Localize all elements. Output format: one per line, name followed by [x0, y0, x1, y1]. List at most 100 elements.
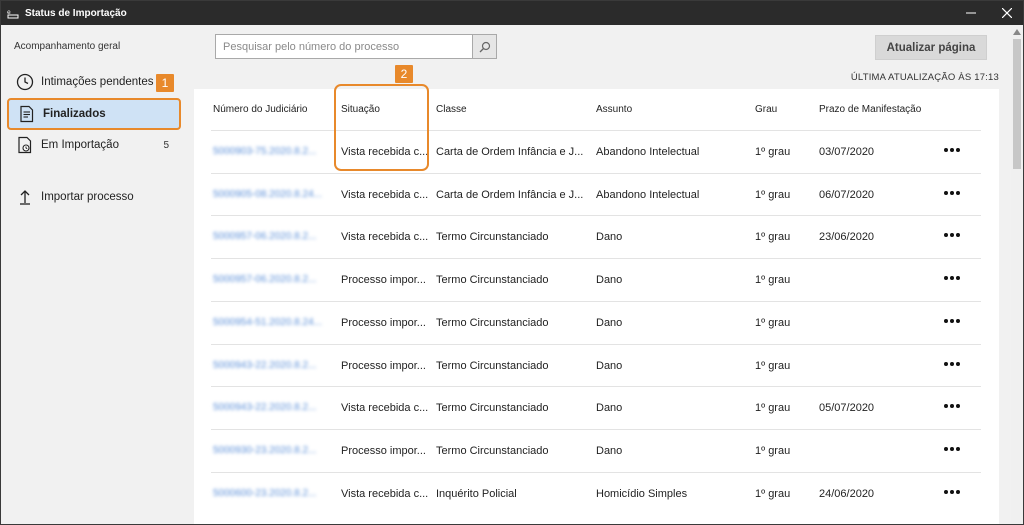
column-header-classe[interactable]: Classe [436, 104, 467, 115]
more-options-icon[interactable] [941, 483, 963, 501]
situacao-cell: Processo impor... [341, 359, 426, 372]
more-options-icon[interactable] [941, 226, 963, 244]
more-options-icon[interactable] [941, 184, 963, 202]
situacao-cell: Vista recebida c... [341, 402, 429, 415]
sidebar-item-label: Finalizados [43, 108, 106, 120]
numero-cell[interactable]: 5000957-06.2020.8.2... [213, 231, 331, 242]
document-list-icon [17, 104, 37, 124]
classe-cell: Termo Circunstanciado [436, 231, 549, 244]
assunto-cell: Dano [596, 231, 623, 244]
document-progress-icon [15, 135, 35, 155]
column-header-numero[interactable]: Número do Judiciário [213, 104, 308, 115]
assunto-cell: Abandono Intelectual [596, 188, 700, 201]
close-button[interactable] [989, 1, 1023, 25]
table-row[interactable]: 5000954-51.2020.8.24... Processo impor...… [211, 300, 981, 344]
grau-cell: 1º grau [755, 487, 791, 500]
minimize-button[interactable] [953, 1, 989, 25]
numero-cell[interactable]: 5000943-22.2020.8.2... [213, 402, 331, 413]
sidebar: Acompanhamento geral Intimações pendente… [1, 25, 181, 524]
column-header-prazo[interactable]: Prazo de Manifestação [819, 104, 921, 115]
grau-cell: 1º grau [755, 359, 791, 372]
numero-cell[interactable]: 5000600-23.2020.8.2... [213, 488, 331, 499]
search-icon [479, 41, 490, 52]
grau-cell: 1º grau [755, 274, 791, 287]
numero-cell[interactable]: 5000954-51.2020.8.24... [213, 317, 331, 328]
numero-cell[interactable]: 5000930-23.2020.8.2... [213, 445, 331, 456]
more-options-icon[interactable] [941, 440, 963, 458]
table-row[interactable]: 5000903-75.2020.8.2... Vista recebida c..… [211, 130, 981, 173]
numero-cell[interactable]: 5000903-75.2020.8.2... [213, 146, 331, 157]
situacao-cell: Vista recebida c... [341, 487, 429, 500]
classe-cell: Termo Circunstanciado [436, 359, 549, 372]
situacao-cell: Processo impor... [341, 444, 426, 457]
more-options-icon[interactable] [941, 269, 963, 287]
classe-cell: Inquérito Policial [436, 487, 517, 500]
situacao-cell: Processo impor... [341, 316, 426, 329]
sidebar-item-label: Intimações pendentes [41, 76, 154, 88]
count-badge: 5 [163, 139, 169, 151]
process-table: Número do Judiciário Situação Classe Ass… [194, 89, 999, 524]
grau-cell: 1º grau [755, 402, 791, 415]
assunto-cell: Dano [596, 274, 623, 287]
more-options-icon[interactable] [941, 312, 963, 330]
app-window: e Status de Importação Acompanhamento ge… [0, 0, 1024, 525]
search-bar [215, 34, 497, 59]
vertical-scrollbar[interactable] [1011, 25, 1023, 524]
sidebar-item-importar-processo[interactable]: Importar processo [7, 182, 181, 212]
table-row[interactable]: 5000957-06.2020.8.2... Processo impor... T… [211, 258, 981, 301]
sidebar-item-intimacoes-pendentes[interactable]: Intimações pendentes [7, 67, 181, 97]
table-row[interactable]: 5000943-22.2020.8.2... Processo impor... T… [211, 343, 981, 387]
step-marker-1: 1 [156, 74, 174, 92]
situacao-cell: Processo impor... [341, 274, 426, 287]
classe-cell: Carta de Ordem Infância e J... [436, 146, 584, 158]
app-logo-icon: e [7, 7, 19, 19]
grau-cell: 1º grau [755, 316, 791, 329]
classe-cell: Termo Circunstanciado [436, 444, 549, 457]
classe-cell: Termo Circunstanciado [436, 316, 549, 329]
table-row[interactable]: 5000600-23.2020.8.2... Vista recebida c..… [211, 471, 981, 515]
prazo-cell: 03/07/2020 [819, 146, 875, 158]
search-button[interactable] [473, 34, 497, 59]
step-marker-2: 2 [395, 65, 413, 83]
more-options-icon[interactable] [941, 355, 963, 373]
classe-cell: Termo Circunstanciado [436, 274, 549, 287]
main-content: Atualizar página ÚLTIMA ATUALIZAÇÃO ÀS 1… [181, 25, 1023, 524]
table-row[interactable]: 5000943-22.2020.8.2... Vista recebida c..… [211, 386, 981, 429]
grau-cell: 1º grau [755, 188, 791, 201]
situacao-cell: Vista recebida c... [341, 188, 429, 201]
scrollbar-thumb[interactable] [1013, 39, 1021, 169]
grau-cell: 1º grau [755, 444, 791, 457]
prazo-cell: 06/07/2020 [819, 188, 875, 201]
scroll-up-icon[interactable] [1011, 27, 1023, 37]
classe-cell: Termo Circunstanciado [436, 402, 549, 415]
assunto-cell: Homicídio Simples [596, 487, 688, 500]
grau-cell: 1º grau [755, 231, 791, 244]
assunto-cell: Dano [596, 402, 623, 415]
more-options-icon[interactable] [941, 397, 963, 415]
title-bar: e Status de Importação [1, 1, 1023, 25]
sidebar-header: Acompanhamento geral [14, 41, 121, 52]
column-header-assunto[interactable]: Assunto [596, 104, 632, 115]
sidebar-item-em-importacao[interactable]: Em Importação 5 [7, 130, 181, 160]
sidebar-item-label: Em Importação [41, 139, 119, 151]
refresh-page-button[interactable]: Atualizar página [875, 35, 987, 60]
window-title: Status de Importação [25, 7, 127, 19]
prazo-cell: 23/06/2020 [819, 231, 875, 244]
more-options-icon[interactable] [941, 141, 963, 159]
table-row[interactable]: 5000957-06.2020.8.2... Vista recebida c..… [211, 215, 981, 258]
prazo-cell: 05/07/2020 [819, 402, 875, 415]
column-header-grau[interactable]: Grau [755, 104, 777, 115]
assunto-cell: Dano [596, 444, 623, 457]
upload-arrow-icon [15, 187, 35, 207]
situacao-cell: Vista recebida c... [341, 231, 429, 244]
table-row[interactable]: 5000930-23.2020.8.2... Processo impor... T… [211, 428, 981, 472]
prazo-cell: 24/06/2020 [819, 487, 875, 500]
table-row[interactable]: 5000905-08.2020.8.24... Vista recebida c.… [211, 172, 981, 216]
assunto-cell: Abandono Intelectual [596, 146, 700, 158]
numero-cell[interactable]: 5000957-06.2020.8.2... [213, 274, 331, 285]
sidebar-item-finalizados[interactable]: Finalizados [7, 98, 181, 130]
situacao-highlight-box [334, 84, 429, 171]
search-input[interactable] [215, 34, 473, 59]
numero-cell[interactable]: 5000943-22.2020.8.2... [213, 360, 331, 371]
numero-cell[interactable]: 5000905-08.2020.8.24... [213, 189, 331, 200]
